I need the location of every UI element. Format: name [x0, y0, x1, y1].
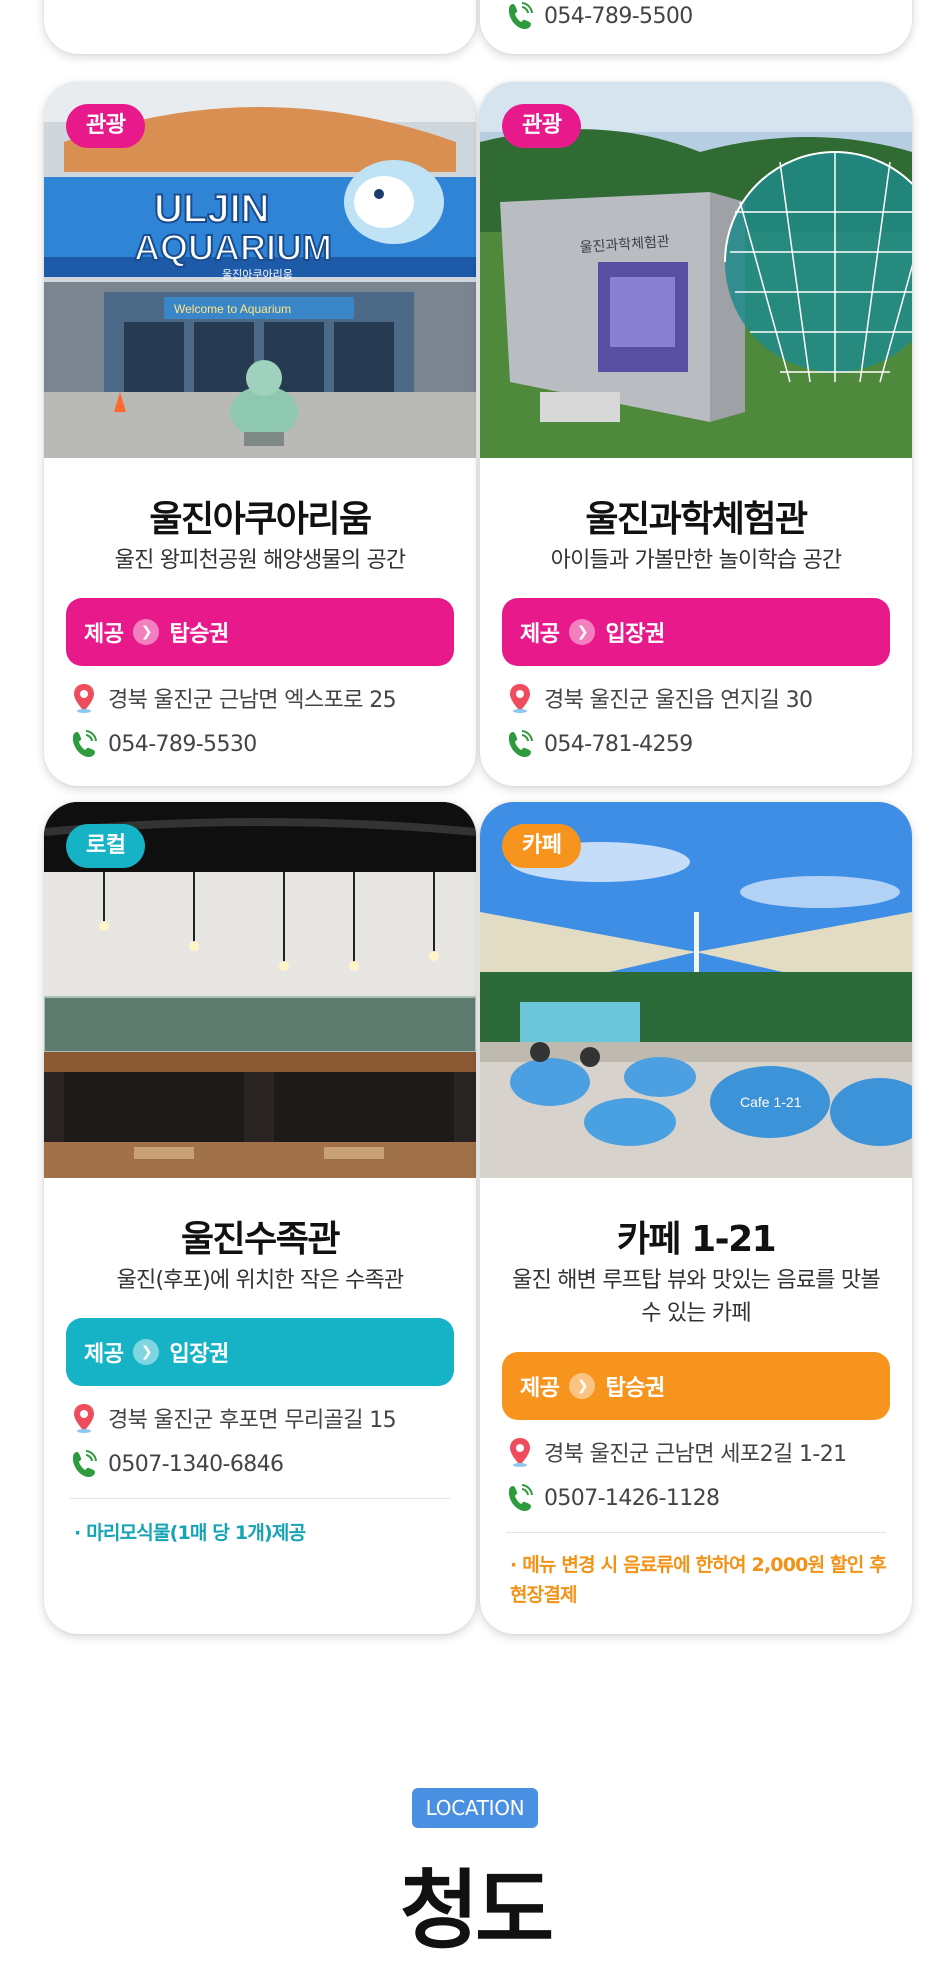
photo-cafe-sign: Cafe 1-21 [740, 1094, 802, 1110]
place-card-uljin-aquarium[interactable]: ULJIN AQUARIUM 울진아쿠아리움 Welcome to Aquari… [44, 82, 476, 786]
offer-value: 입장권 [169, 1342, 229, 1367]
address-row: 경북 울진군 후포면 무리골길 15 [70, 1402, 466, 1434]
map-pin-icon [70, 682, 98, 714]
offer-label: 제공 [520, 622, 560, 647]
phone-text[interactable]: 0507-1340-6846 [108, 1452, 284, 1477]
photo-welcome-text: Welcome to Aquarium [174, 302, 291, 316]
photo-sign-korean: 울진아쿠아리움 [222, 268, 293, 281]
category-badge: 카페 [502, 824, 582, 868]
place-description: 울진 왕피천공원 해양생물의 공간 [114, 548, 407, 573]
phone-icon [506, 1482, 534, 1514]
photo-sign-uljin: ULJIN [154, 187, 270, 231]
place-name: 울진수족관 [180, 1219, 341, 1260]
offer-value: 입장권 [605, 622, 665, 647]
photo-sign-aquarium: AQUARIUM [134, 227, 332, 268]
offer-label: 제공 [520, 1376, 560, 1401]
chevron-right-icon: ❯ [569, 1373, 596, 1399]
phone-text[interactable]: 054-789-5500 [544, 4, 693, 29]
place-description: 울진(후포)에 위치한 작은 수족관 [116, 1268, 405, 1293]
place-card-uljin-science-center[interactable]: 울진과학체험관 관광 울진과학체험관 아이들과 가볼만한 놀이학습 공간 제공 … [480, 82, 912, 786]
map-pin-icon [506, 1436, 534, 1468]
place-card-uljin-fish-tank[interactable]: 로컬 울진수족관 울진(후포)에 위치한 작은 수족관 제공 ❯ 입장권 경북 … [44, 802, 476, 1634]
chevron-right-icon: ❯ [133, 1339, 160, 1365]
phone-row: 0507-1426-1128 [506, 1482, 902, 1514]
phone-icon [70, 728, 98, 760]
phone-row: 0507-1340-6846 [70, 1448, 466, 1480]
address-text: 경북 울진군 후포면 무리골길 15 [108, 1408, 397, 1433]
category-badge: 관광 [66, 104, 146, 148]
map-pin-icon [506, 682, 534, 714]
address-text: 경북 울진군 근남면 엑스포로 25 [108, 688, 397, 713]
divider [506, 1532, 886, 1533]
offer-bar[interactable]: 제공 ❯ 입장권 [66, 1318, 454, 1386]
phone-text[interactable]: 0507-1426-1128 [544, 1486, 720, 1511]
place-card-cafe-1-21[interactable]: Cafe 1-21 카페 카페 1-21 울진 해변 루프탑 뷰와 맛있는 음료… [480, 802, 912, 1634]
offer-value: 탑승권 [169, 622, 229, 647]
chevron-right-icon: ❯ [133, 619, 160, 645]
chevron-right-icon: ❯ [569, 619, 596, 645]
location-title: 청도 [399, 1861, 554, 1961]
place-card-partial-right: 054-789-5500 [480, 0, 912, 54]
phone-row: 054-789-5530 [70, 728, 466, 760]
benefit-note: · 마리모식물(1매 당 1개)제공 [74, 1522, 306, 1544]
category-badge: 로컬 [66, 824, 146, 868]
address-row: 경북 울진군 근남면 엑스포로 25 [70, 682, 466, 714]
phone-icon [506, 728, 534, 760]
offer-bar[interactable]: 제공 ❯ 탑승권 [502, 1352, 890, 1420]
category-badge: 관광 [502, 104, 582, 148]
phone-icon [70, 1448, 98, 1480]
phone-row: 054-789-5500 [506, 0, 902, 32]
address-text: 경북 울진군 울진읍 연지길 30 [544, 688, 813, 713]
place-name: 울진과학체험관 [585, 499, 808, 540]
phone-text[interactable]: 054-789-5530 [108, 732, 257, 757]
divider [70, 1498, 450, 1499]
address-text: 경북 울진군 근남면 세포2길 1-21 [544, 1442, 847, 1467]
place-card-partial-left [44, 0, 476, 54]
address-row: 경북 울진군 근남면 세포2길 1-21 [506, 1436, 902, 1468]
phone-row: 054-781-4259 [506, 728, 902, 760]
place-description: 울진 해변 루프탑 뷰와 맛있는 음료를 맛볼 수 있는 카페 [512, 1268, 880, 1326]
phone-icon [506, 0, 534, 32]
place-name: 카페 1-21 [616, 1219, 777, 1260]
place-name: 울진아쿠아리움 [149, 499, 372, 540]
location-tag: LOCATION [412, 1788, 538, 1828]
offer-value: 탑승권 [605, 1376, 665, 1401]
address-row: 경북 울진군 울진읍 연지길 30 [506, 682, 902, 714]
offer-label: 제공 [84, 1342, 124, 1367]
offer-bar[interactable]: 제공 ❯ 탑승권 [66, 598, 454, 666]
offer-label: 제공 [84, 622, 124, 647]
map-pin-icon [70, 1402, 98, 1434]
offer-bar[interactable]: 제공 ❯ 입장권 [502, 598, 890, 666]
benefit-note: · 메뉴 변경 시 음료류에 한하여 2,000원 할인 후 현장결제 [510, 1554, 887, 1606]
phone-text[interactable]: 054-781-4259 [544, 732, 693, 757]
place-description: 아이들과 가볼만한 놀이학습 공간 [550, 548, 843, 573]
